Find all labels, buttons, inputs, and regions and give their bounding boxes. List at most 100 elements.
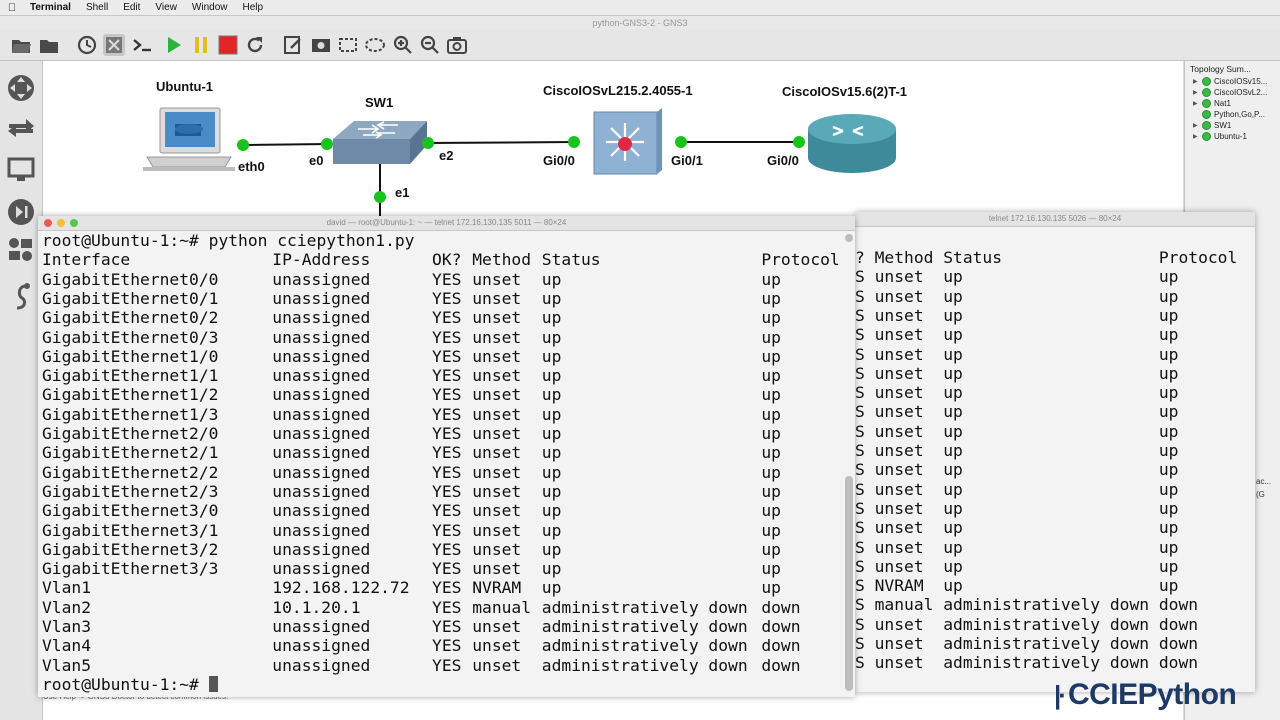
cell-status: up — [541, 539, 562, 559]
terminal-back-body[interactable]: ? Method Status Protocol S unset up up S … — [855, 227, 1255, 692]
node-label-router[interactable]: CiscoIOSv15.6(2)T-1 — [782, 84, 907, 99]
zoom-out-icon[interactable] — [419, 34, 441, 56]
summary-item[interactable]: ▶ SW1 — [1193, 121, 1231, 130]
router-node[interactable] — [808, 114, 896, 173]
rectangle-icon[interactable] — [337, 34, 359, 56]
cell-protocol: up — [761, 366, 781, 386]
ellipse-icon[interactable] — [364, 34, 386, 56]
terminal-back-line: S manual administratively down down — [855, 595, 1199, 615]
open-folder-icon[interactable] — [10, 34, 32, 56]
terminal-back-line: S unset up up — [855, 363, 1179, 383]
terminal-front-body[interactable]: root@Ubuntu-1:~# python cciepython1.py I… — [38, 231, 855, 697]
terminal-back-line: S unset up up — [855, 344, 1179, 364]
terminal-window-back[interactable]: telnet 172.16.130.135 5026 — 80×24 ? Met… — [855, 212, 1255, 692]
gns3-toolbar — [0, 30, 1280, 61]
zoom-in-icon[interactable] — [392, 34, 414, 56]
cell-status: up — [541, 559, 562, 579]
cell-method: unset — [472, 385, 522, 405]
all-devices-icon[interactable] — [103, 34, 125, 56]
cell-ip: unassigned — [272, 481, 371, 501]
browse-routers-icon[interactable] — [6, 73, 36, 103]
node-label-ubuntu[interactable]: Ubuntu-1 — [156, 79, 213, 94]
sw1-switch-node[interactable] — [333, 121, 427, 164]
cell-protocol: up — [761, 578, 781, 598]
cell-ip: unassigned — [272, 346, 371, 366]
pause-icon[interactable] — [190, 34, 212, 56]
terminal-window-front[interactable]: david — root@Ubuntu-1: ~ — telnet 172.16… — [38, 216, 855, 697]
expand-icon[interactable]: ▶ — [1193, 89, 1202, 96]
cciepython-logo: |· CCIEPython — [1054, 678, 1237, 711]
cell-ok: YES — [432, 327, 462, 347]
console-icon[interactable] — [131, 34, 153, 56]
browse-end-devices-icon[interactable] — [6, 155, 36, 185]
folder-icon[interactable] — [38, 34, 60, 56]
stop-icon[interactable] — [217, 34, 239, 56]
cell-ok: YES — [432, 308, 462, 328]
browse-switches-icon[interactable] — [6, 113, 36, 143]
start-icon[interactable] — [163, 34, 185, 56]
add-link-icon[interactable] — [6, 281, 36, 311]
expand-icon[interactable]: ▶ — [1193, 122, 1202, 129]
cell-interface: Vlan1 — [42, 578, 92, 598]
browse-all-devices-icon[interactable] — [6, 235, 36, 265]
reload-icon[interactable] — [244, 34, 266, 56]
snapshot-clock-icon[interactable] — [76, 34, 98, 56]
status-dot-icon — [1202, 121, 1211, 130]
menu-app-terminal[interactable]: Terminal — [24, 2, 80, 13]
cell-ok: YES — [432, 385, 462, 405]
cell-status: up — [541, 578, 562, 598]
terminal-back-line: S unset up up — [855, 286, 1179, 306]
menu-view[interactable]: View — [149, 2, 186, 13]
menu-shell[interactable]: Shell — [80, 2, 117, 13]
cell-status: administratively down — [541, 617, 748, 636]
node-label-l2switch[interactable]: CiscoIOSvL215.2.4055-1 — [543, 83, 693, 98]
summary-item[interactable]: ▶ CiscoIOSvL2... — [1193, 88, 1267, 97]
note-icon[interactable] — [282, 34, 304, 56]
link-ubuntu-sw1[interactable] — [242, 143, 330, 146]
summary-item[interactable]: ▶ Nat1 — [1193, 99, 1231, 108]
cell-protocol: up — [761, 327, 781, 347]
summary-item[interactable]: Python,Go,P... — [1193, 110, 1265, 119]
status-dot-icon — [1202, 77, 1211, 86]
summary-item[interactable]: ▶ Ubuntu-1 — [1193, 132, 1247, 141]
cell-status: up — [541, 288, 562, 308]
terminal-back-line: S unset up up — [855, 460, 1179, 480]
cell-status: administratively down — [541, 655, 748, 675]
terminal-front-titlebar[interactable]: david — root@Ubuntu-1: ~ — telnet 172.16… — [38, 216, 855, 231]
l2-switch-node[interactable] — [593, 108, 662, 175]
ubuntu-host-node[interactable] — [143, 107, 235, 171]
terminal-back-header: ? Method Status Protocol — [855, 248, 1238, 267]
cell-ip: unassigned — [272, 269, 371, 289]
terminal-scrollbar[interactable] — [845, 476, 853, 691]
port-label-sw1-e2: e2 — [439, 148, 454, 163]
zoom-window-icon[interactable] — [70, 219, 78, 227]
browse-security-devices-icon[interactable] — [6, 197, 36, 227]
close-window-icon[interactable] — [44, 219, 52, 227]
node-label-sw1[interactable]: SW1 — [365, 95, 393, 110]
summary-item[interactable]: ▶ CiscoIOSv15... — [1193, 77, 1267, 86]
expand-icon[interactable]: ▶ — [1193, 78, 1202, 85]
cell-protocol: up — [761, 424, 781, 443]
expand-icon[interactable]: ▶ — [1193, 100, 1202, 107]
cell-method: unset — [472, 462, 522, 482]
expand-icon[interactable]: ▶ — [1193, 133, 1202, 140]
picture-icon[interactable] — [310, 34, 332, 56]
cell-status: up — [541, 327, 562, 347]
menu-window[interactable]: Window — [186, 2, 237, 13]
port-label-sw1-e1: e1 — [395, 185, 410, 200]
cell-method: unset — [472, 617, 522, 636]
scroll-up-icon[interactable] — [845, 234, 853, 242]
link-sw1-l2switch[interactable] — [425, 141, 576, 144]
cell-method: unset — [472, 520, 522, 540]
minimize-window-icon[interactable] — [57, 219, 65, 227]
device-dock — [0, 61, 43, 720]
cell-protocol: up — [761, 539, 781, 559]
terminal-back-title[interactable]: telnet 172.16.130.135 5026 — 80×24 — [855, 212, 1255, 227]
menu-help[interactable]: Help — [237, 2, 273, 13]
menu-edit[interactable]: Edit — [117, 2, 149, 13]
apple-menu-icon[interactable]:  — [0, 2, 24, 14]
cell-interface: GigabitEthernet1/1 — [42, 366, 219, 386]
cell-ip: unassigned — [272, 462, 371, 482]
final-prompt[interactable]: root@Ubuntu-1:~# — [42, 675, 218, 694]
screenshot-icon[interactable] — [446, 34, 468, 56]
